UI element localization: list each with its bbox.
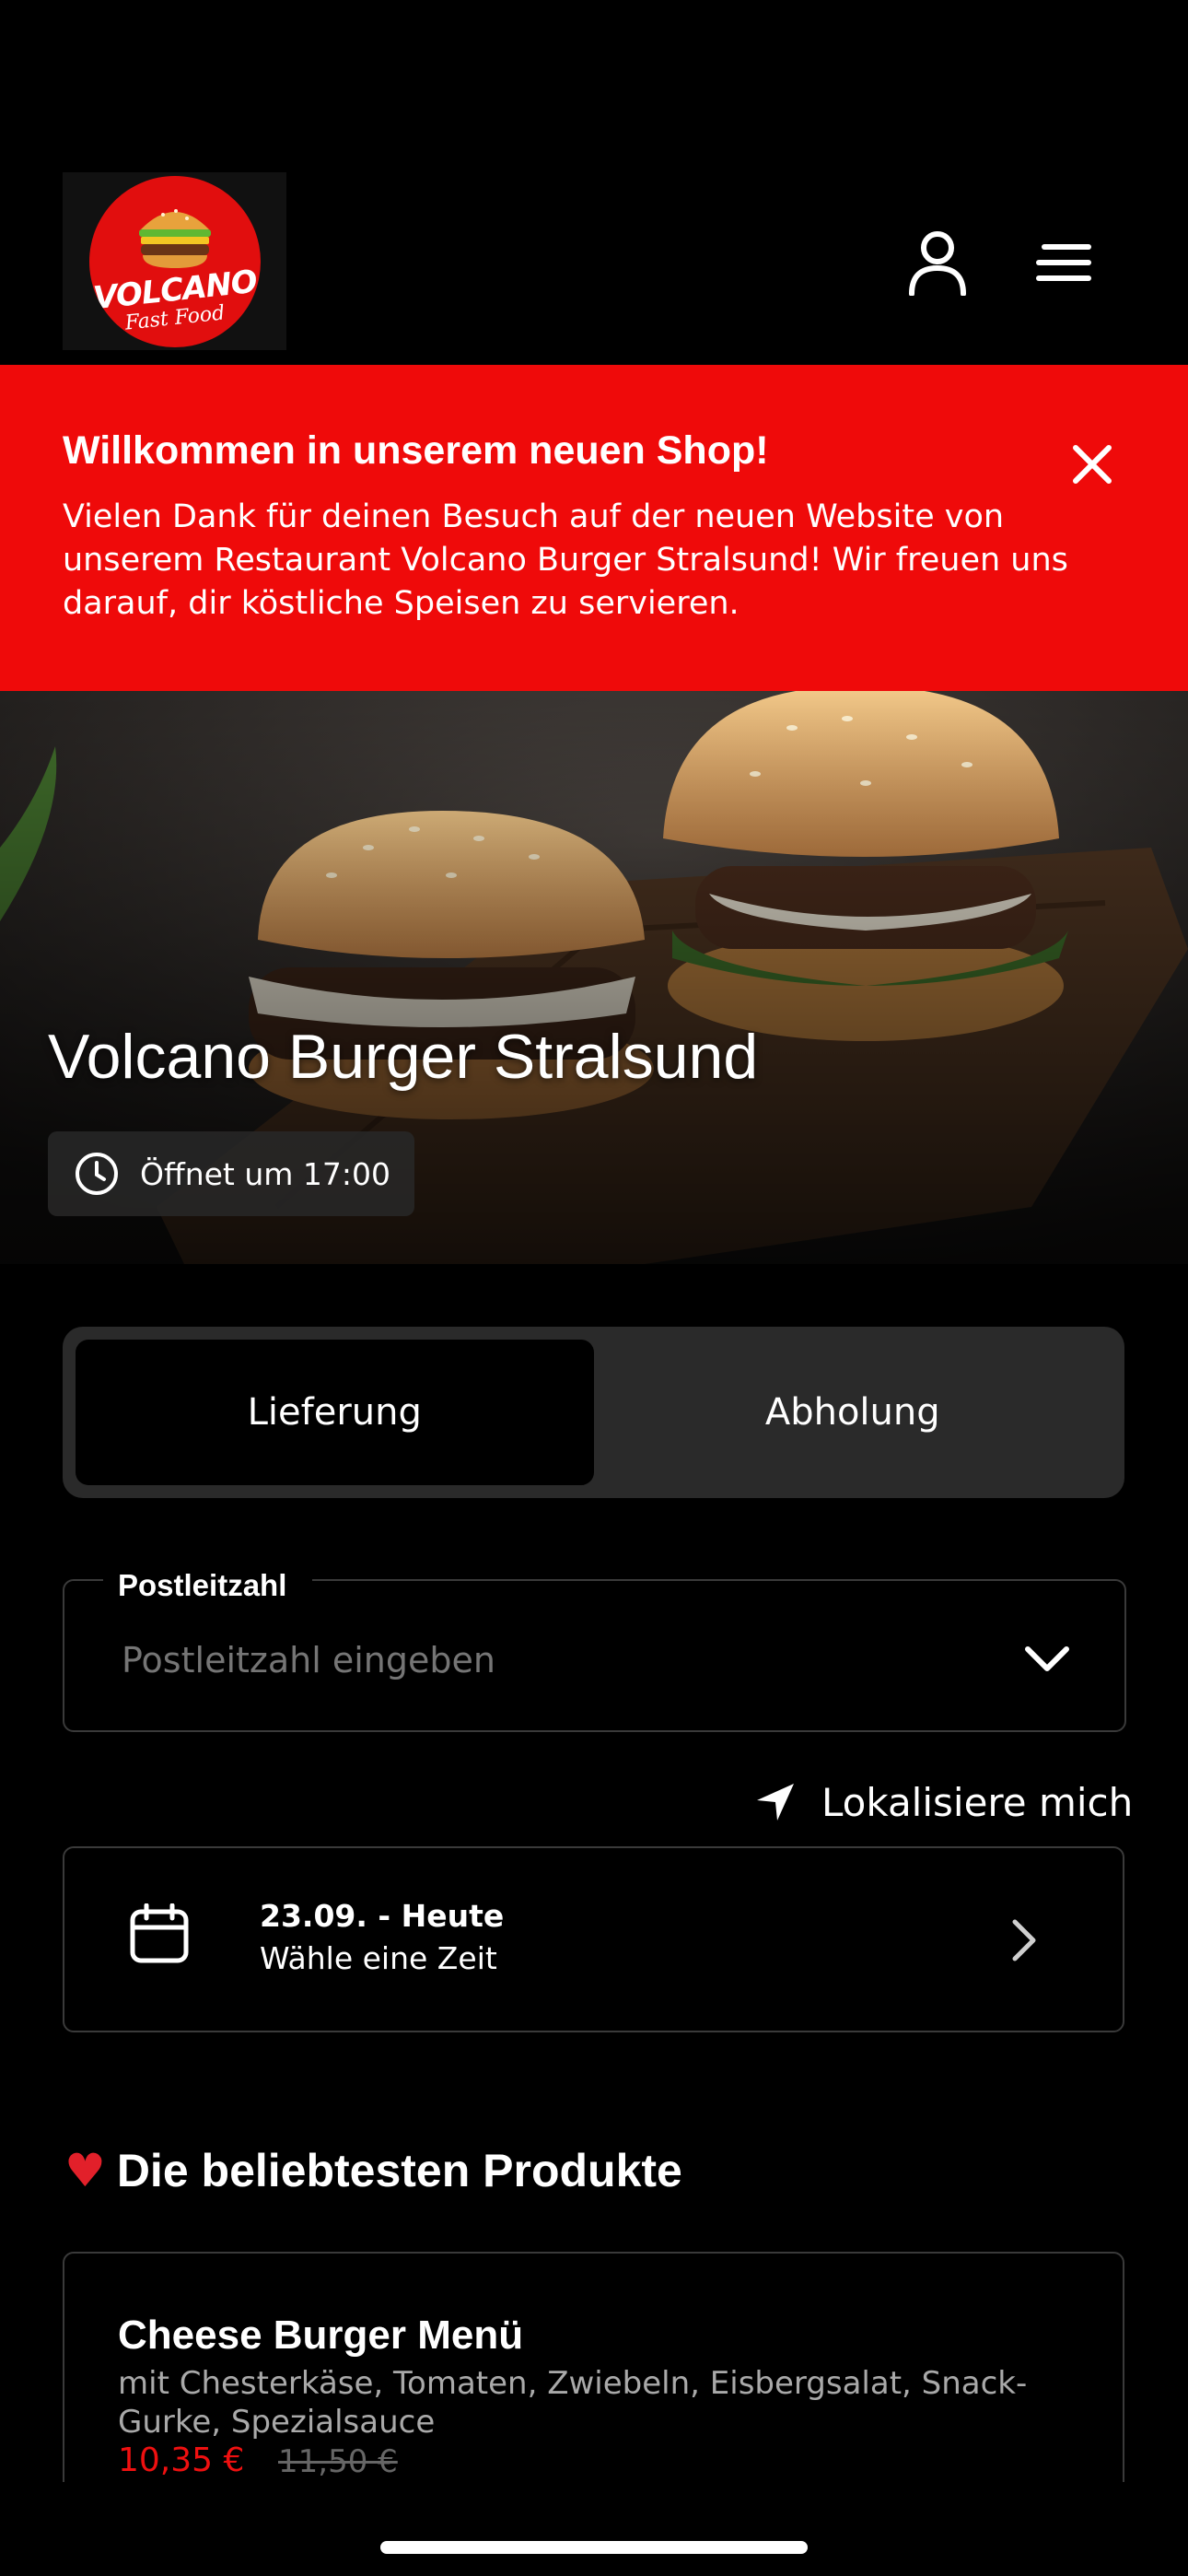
order-mode-toggle: Lieferung Abholung <box>63 1327 1124 1498</box>
restaurant-name: Volcano Burger Stralsund <box>48 1022 759 1092</box>
location-arrow-icon <box>757 1784 794 1821</box>
opening-hours-text: Öffnet um 17:00 <box>140 1155 391 1192</box>
close-icon <box>1073 445 1112 484</box>
chevron-right-icon <box>1012 1919 1036 1961</box>
menu-button[interactable] <box>1022 221 1105 304</box>
banner-close-button[interactable] <box>1065 437 1120 492</box>
product-name: Cheese Burger Menü <box>118 2313 524 2358</box>
account-button[interactable] <box>896 221 979 304</box>
header: VOLCANO Fast Food <box>0 0 1188 361</box>
user-icon <box>909 231 966 296</box>
home-indicator[interactable] <box>380 2541 808 2554</box>
clock-icon <box>76 1153 118 1195</box>
locate-me-button[interactable]: Lokalisiere mich <box>755 1774 1133 1830</box>
postal-code-label: Postleitzahl <box>103 1566 313 1605</box>
calendar-icon <box>130 1903 189 1963</box>
date-subtitle: Wähle eine Zeit <box>260 1940 497 1976</box>
heart-icon: ♥ <box>64 2144 106 2197</box>
date-title: 23.09. - Heute <box>260 1898 505 1934</box>
welcome-banner: Willkommen in unserem neuen Shop! Vielen… <box>0 365 1188 691</box>
banner-title: Willkommen in unserem neuen Shop! <box>63 428 769 473</box>
postal-code-input[interactable] <box>122 1640 950 1680</box>
banner-text: Vielen Dank für deinen Besuch auf der ne… <box>63 498 1068 622</box>
popular-products-heading: ♥ Die beliebtesten Produkte <box>64 2143 682 2198</box>
time-picker[interactable] <box>63 1846 1124 2032</box>
logo-badge: VOLCANO Fast Food <box>88 175 261 347</box>
section-title: Die beliebtesten Produkte <box>116 2145 682 2196</box>
restaurant-logo[interactable]: VOLCANO Fast Food <box>63 172 286 350</box>
menu-icon <box>1036 244 1091 281</box>
chevron-down-icon <box>1025 1646 1069 1671</box>
tab-pickup[interactable]: Abholung <box>594 1340 1112 1485</box>
postal-dropdown-toggle[interactable] <box>1024 1640 1070 1680</box>
tab-delivery[interactable]: Lieferung <box>76 1340 594 1485</box>
burger-icon <box>138 208 211 268</box>
product-description: mit Chesterkäse, Tomaten, Zwiebeln, Eisb… <box>118 2365 1028 2441</box>
product-price: 10,35 € <box>118 2441 245 2479</box>
bottom-safe-area <box>0 2482 1188 2576</box>
product-old-price: 11,50 € <box>278 2443 398 2480</box>
locate-me-label: Lokalisiere mich <box>821 1779 1134 1825</box>
opening-hours-badge: Öffnet um 17:00 <box>48 1131 414 1216</box>
